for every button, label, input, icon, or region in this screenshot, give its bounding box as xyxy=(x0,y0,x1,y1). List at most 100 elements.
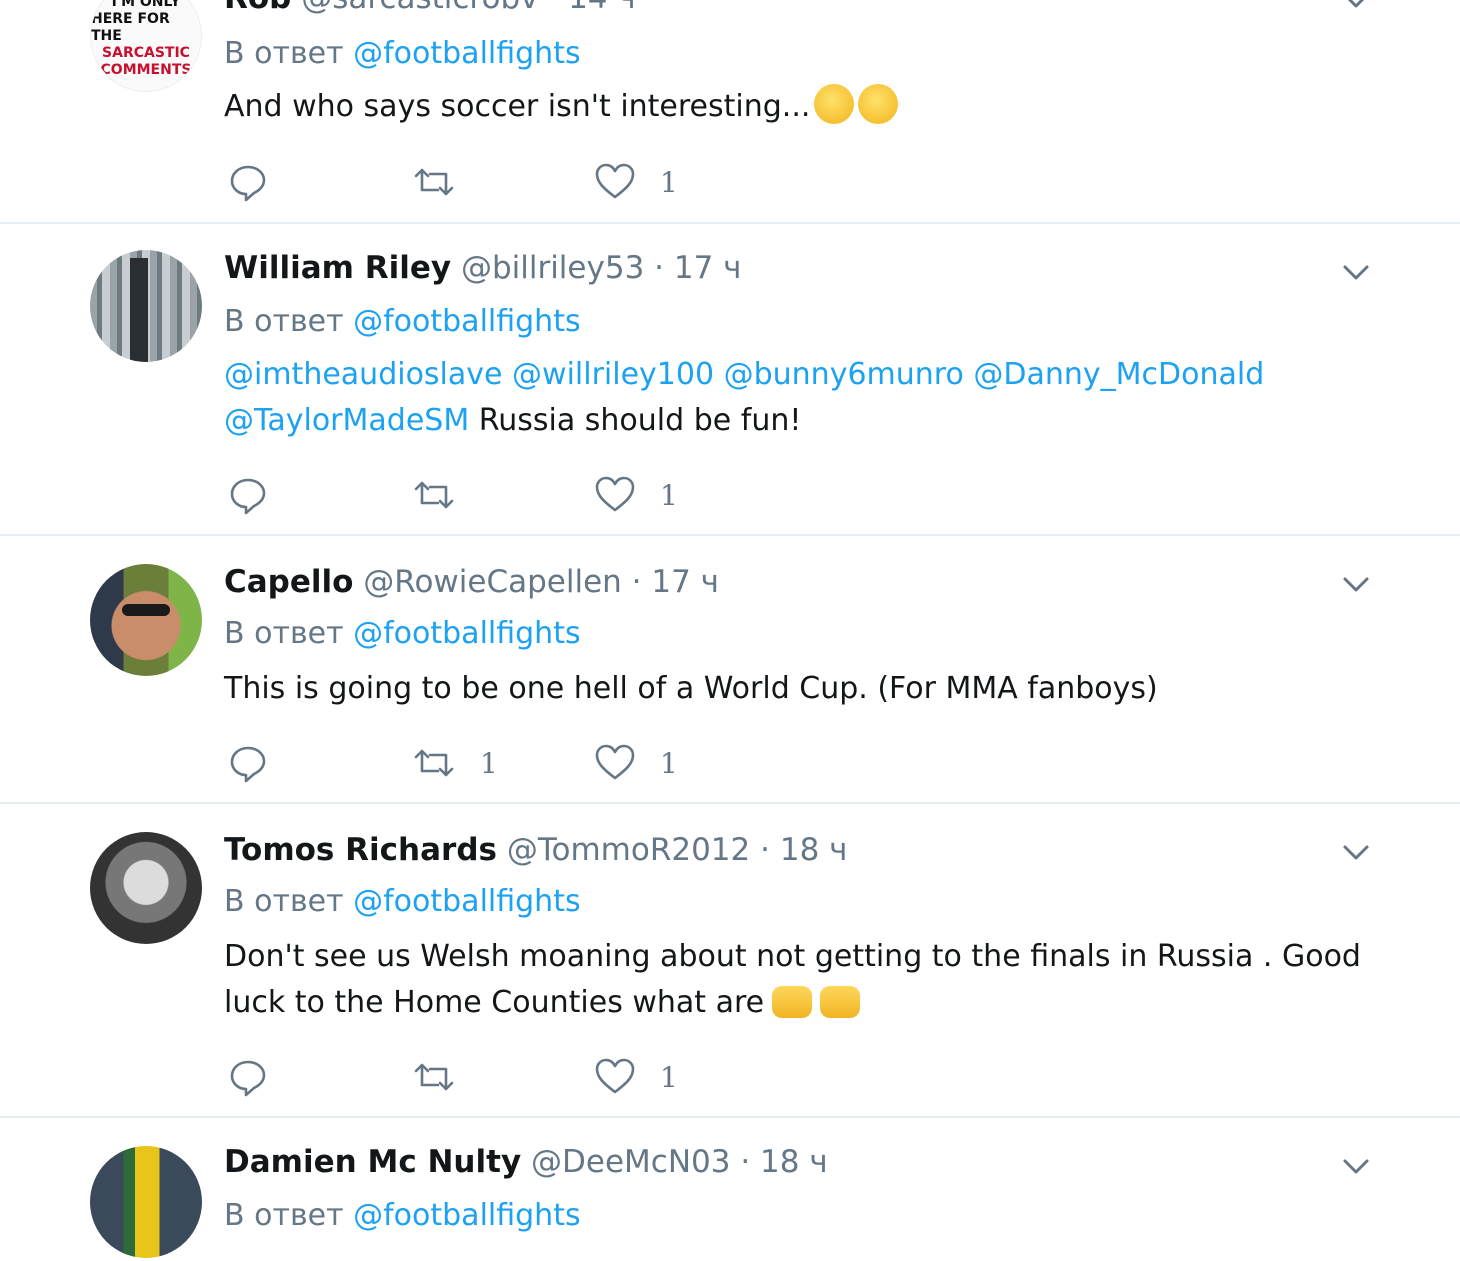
avatar-text-line: HERE FOR THE xyxy=(91,10,170,44)
retweet-icon xyxy=(414,481,454,509)
username[interactable]: @billriley53 xyxy=(461,250,644,286)
display-name[interactable]: Tomos Richards xyxy=(224,832,497,868)
tweet-header: William Riley @billriley53 · 17 ч xyxy=(224,250,742,286)
retweet-icon xyxy=(414,168,454,196)
retweet-button[interactable] xyxy=(412,474,480,516)
tweet-header: Capello @RowieCapellen · 17 ч xyxy=(224,564,719,600)
mention-link[interactable]: @TaylorMadeSM xyxy=(224,403,469,438)
retweet-count: 1 xyxy=(480,746,498,780)
username[interactable]: @sarcasticrobv xyxy=(301,0,538,16)
tweet[interactable]: William Riley @billriley53 · 17 ч В отве… xyxy=(0,224,1460,536)
like-icon xyxy=(595,476,635,512)
avatar[interactable] xyxy=(90,1146,202,1258)
tweet-feed: I'M ONLY HERE FOR THE SARCASTIC COMMENTS… xyxy=(0,0,1460,1261)
retweet-button[interactable] xyxy=(412,161,480,203)
chevron-down-icon[interactable] xyxy=(1340,256,1372,288)
oncoming-fist-icon xyxy=(820,986,861,1018)
reply-icon xyxy=(230,746,266,783)
tweet-actions: 1 xyxy=(228,1056,928,1098)
tweet[interactable]: I'M ONLY HERE FOR THE SARCASTIC COMMENTS… xyxy=(0,0,1460,224)
reply-prefix: В ответ xyxy=(224,304,344,339)
timestamp[interactable]: 14 ч xyxy=(568,0,636,16)
username[interactable]: @RowieCapellen xyxy=(363,564,622,600)
chevron-down-icon[interactable] xyxy=(1340,0,1372,16)
like-button[interactable]: 1 xyxy=(594,474,678,516)
chevron-down-icon[interactable] xyxy=(1340,836,1372,868)
like-count: 1 xyxy=(660,1060,678,1094)
avatar[interactable] xyxy=(90,564,202,676)
chevron-down-icon[interactable] xyxy=(1340,568,1372,600)
retweet-button[interactable]: 1 xyxy=(412,742,498,784)
display-name[interactable]: Rob xyxy=(224,0,291,16)
reply-prefix: В ответ xyxy=(224,1198,344,1233)
avatar[interactable]: I'M ONLY HERE FOR THE SARCASTIC COMMENTS xyxy=(90,0,202,92)
like-button[interactable]: 1 xyxy=(594,742,678,784)
like-icon xyxy=(595,744,635,780)
tweet-text: @imtheaudioslave @willriley100 @bunny6mu… xyxy=(224,352,1384,444)
reply-button[interactable] xyxy=(228,161,292,203)
timestamp[interactable]: 17 ч xyxy=(651,564,719,600)
timestamp[interactable]: 18 ч xyxy=(780,832,848,868)
reply-icon xyxy=(230,165,266,202)
reply-button[interactable] xyxy=(228,742,292,784)
oncoming-fist-icon xyxy=(772,986,813,1018)
reply-context: В ответ @footballfights xyxy=(224,616,581,651)
reply-to-link[interactable]: @footballfights xyxy=(353,616,580,651)
display-name[interactable]: Damien Mc Nulty xyxy=(224,1144,521,1180)
like-button[interactable]: 1 xyxy=(594,1056,678,1098)
reply-icon xyxy=(230,1060,266,1097)
reply-context: В ответ @footballfights xyxy=(224,1198,581,1233)
avatar-text-line: I'M ONLY xyxy=(111,0,181,10)
like-icon xyxy=(595,163,635,199)
tweet-header: Rob @sarcasticrobv · 14 ч xyxy=(224,0,636,16)
tweet-header: Tomos Richards @TommoR2012 · 18 ч xyxy=(224,832,847,868)
mention-link[interactable]: @imtheaudioslave xyxy=(224,357,502,392)
chevron-down-icon[interactable] xyxy=(1340,1150,1372,1182)
tweet[interactable]: Damien Mc Nulty @DeeMcN03 · 18 ч В ответ… xyxy=(0,1118,1460,1261)
tweet-body: Russia should be fun! xyxy=(478,403,802,438)
retweet-icon xyxy=(414,749,454,777)
reply-prefix: В ответ xyxy=(224,616,344,651)
reply-button[interactable] xyxy=(228,474,292,516)
reply-to-link[interactable]: @footballfights xyxy=(353,884,580,919)
reply-icon xyxy=(230,478,266,515)
username[interactable]: @TommoR2012 xyxy=(507,832,750,868)
avatar[interactable] xyxy=(90,832,202,944)
separator: · xyxy=(760,832,770,868)
tweet[interactable]: Tomos Richards @TommoR2012 · 18 ч В отве… xyxy=(0,804,1460,1118)
like-icon xyxy=(595,1058,635,1094)
display-name[interactable]: William Riley xyxy=(224,250,451,286)
reply-to-link[interactable]: @footballfights xyxy=(353,1198,580,1233)
tweet[interactable]: Capello @RowieCapellen · 17 ч В ответ @f… xyxy=(0,536,1460,804)
tweet-text: And who says soccer isn't interesting... xyxy=(224,84,1384,130)
avatar-text-line: SARCASTIC xyxy=(102,44,190,61)
username[interactable]: @DeeMcN03 xyxy=(531,1144,730,1180)
timestamp[interactable]: 17 ч xyxy=(674,250,742,286)
like-count: 1 xyxy=(660,746,678,780)
avatar-text-line: COMMENTS xyxy=(100,61,192,78)
reply-context: В ответ @footballfights xyxy=(224,36,581,71)
avatar[interactable] xyxy=(90,250,202,362)
tweet-body: This is going to be one hell of a World … xyxy=(224,671,1158,706)
reply-to-link[interactable]: @footballfights xyxy=(353,36,580,71)
tweet-text: This is going to be one hell of a World … xyxy=(224,666,1384,712)
tweet-body: And who says soccer isn't interesting... xyxy=(224,89,811,124)
like-count: 1 xyxy=(660,478,678,512)
mention-link[interactable]: @Danny_McDonald xyxy=(973,357,1264,392)
mention-link[interactable]: @bunny6munro xyxy=(724,357,964,392)
reply-button[interactable] xyxy=(228,1056,292,1098)
separator: · xyxy=(548,0,558,16)
reply-prefix: В ответ xyxy=(224,36,344,71)
tweet-actions: 1 xyxy=(228,474,928,516)
timestamp[interactable]: 18 ч xyxy=(760,1144,828,1180)
tweet-actions: 1 1 xyxy=(228,742,928,784)
tweet-actions: 1 xyxy=(228,161,928,203)
relieved-face-icon xyxy=(858,84,899,124)
like-button[interactable]: 1 xyxy=(594,161,678,203)
retweet-button[interactable] xyxy=(412,1056,480,1098)
display-name[interactable]: Capello xyxy=(224,564,353,600)
tweet-text: Don't see us Welsh moaning about not get… xyxy=(224,934,1384,1026)
mention-link[interactable]: @willriley100 xyxy=(512,357,714,392)
reply-to-link[interactable]: @footballfights xyxy=(353,304,580,339)
relieved-face-icon xyxy=(814,84,855,124)
